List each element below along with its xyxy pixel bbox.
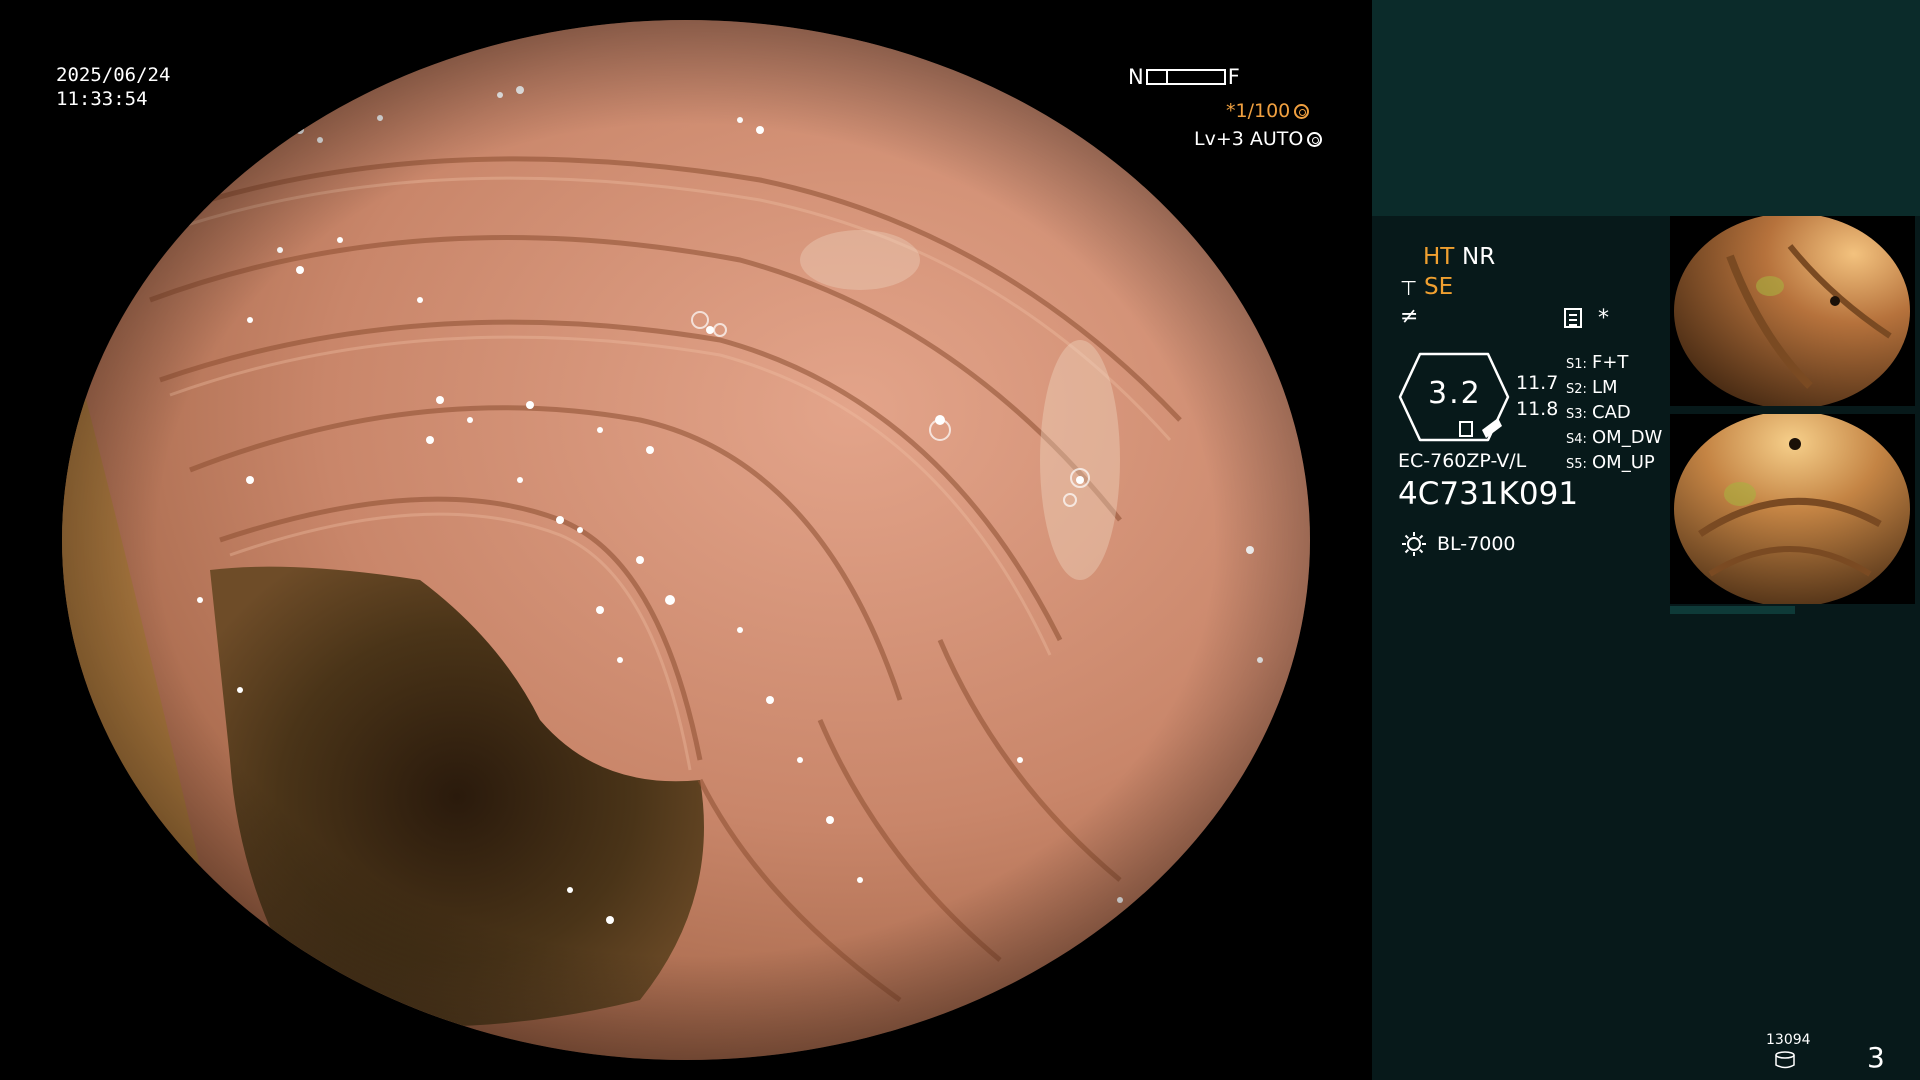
slot-value: F+T [1592, 352, 1629, 373]
slot-s2: S2: LM [1566, 377, 1618, 398]
endoscope-view: 2025/06/24 11:33:54 N F *1/100 Lv+3 AUTO [0, 0, 1372, 1080]
value-top: 11.7 [1516, 372, 1559, 394]
thumbnail-image [1674, 414, 1910, 604]
freeze-icon: ≠ [1400, 304, 1419, 329]
database-icon [1775, 1051, 1795, 1069]
slot-key: S3: [1566, 407, 1587, 422]
se-indicator: SE [1424, 274, 1454, 300]
info-panel-header [1372, 0, 1920, 216]
far-label: F [1227, 65, 1240, 89]
shutter-text: *1/100 [1226, 100, 1291, 122]
star-marker: * [1598, 306, 1609, 331]
light-source-icon [1402, 532, 1426, 556]
page-number: 3 [1867, 1041, 1885, 1074]
thumbnail-scrollbar[interactable] [1670, 606, 1795, 614]
slot-value: LM [1592, 377, 1618, 398]
auto-iris-icon [1307, 131, 1323, 147]
capture-date: 2025/06/24 [56, 64, 171, 86]
slot-key: S1: [1566, 357, 1587, 372]
iris-value: 3.2 [1428, 376, 1482, 411]
endoscopy-monitor: 2025/06/24 11:33:54 N F *1/100 Lv+3 AUTO… [0, 0, 1920, 1080]
scope-model: EC-760ZP-V/L [1398, 450, 1527, 472]
shutter-speed: *1/100 [1226, 100, 1310, 122]
near-far-indicator: N F [1128, 64, 1240, 90]
ht-indicator: HT [1423, 244, 1455, 270]
thumbnail-image [1674, 216, 1910, 406]
image-count: 13094 [1766, 1032, 1811, 1048]
nr-indicator: NR [1462, 244, 1496, 270]
brightness-level: Lv+3 AUTO [1194, 128, 1323, 150]
level-text: Lv+3 AUTO [1194, 128, 1304, 150]
endoscope-image [62, 20, 1310, 1060]
value-bottom: 11.8 [1516, 398, 1559, 420]
slot-s3: S3: CAD [1566, 402, 1631, 423]
scope-serial: 4C731K091 [1398, 476, 1579, 512]
near-label: N [1128, 65, 1144, 89]
slot-value: CAD [1592, 402, 1631, 423]
slot-s5: S5: OM_UP [1566, 452, 1655, 473]
captured-thumbnail-2[interactable] [1670, 414, 1915, 604]
slot-key: S4: [1566, 432, 1587, 447]
light-source-model: BL-7000 [1437, 533, 1516, 555]
slot-s1: S1: F+T [1566, 352, 1628, 373]
captured-thumbnail-1[interactable] [1670, 216, 1915, 406]
slot-s4: S4: OM_DW [1566, 427, 1662, 448]
document-icon [1564, 308, 1582, 328]
aperture-icon [1294, 103, 1310, 119]
slot-key: S2: [1566, 382, 1587, 397]
slot-key: S5: [1566, 457, 1587, 472]
focus-bar [1145, 69, 1226, 85]
slot-value: OM_DW [1592, 427, 1663, 448]
slot-value: OM_UP [1592, 452, 1655, 473]
scope-icon: ⊤ [1400, 276, 1418, 300]
capture-time: 11:33:54 [56, 88, 148, 110]
